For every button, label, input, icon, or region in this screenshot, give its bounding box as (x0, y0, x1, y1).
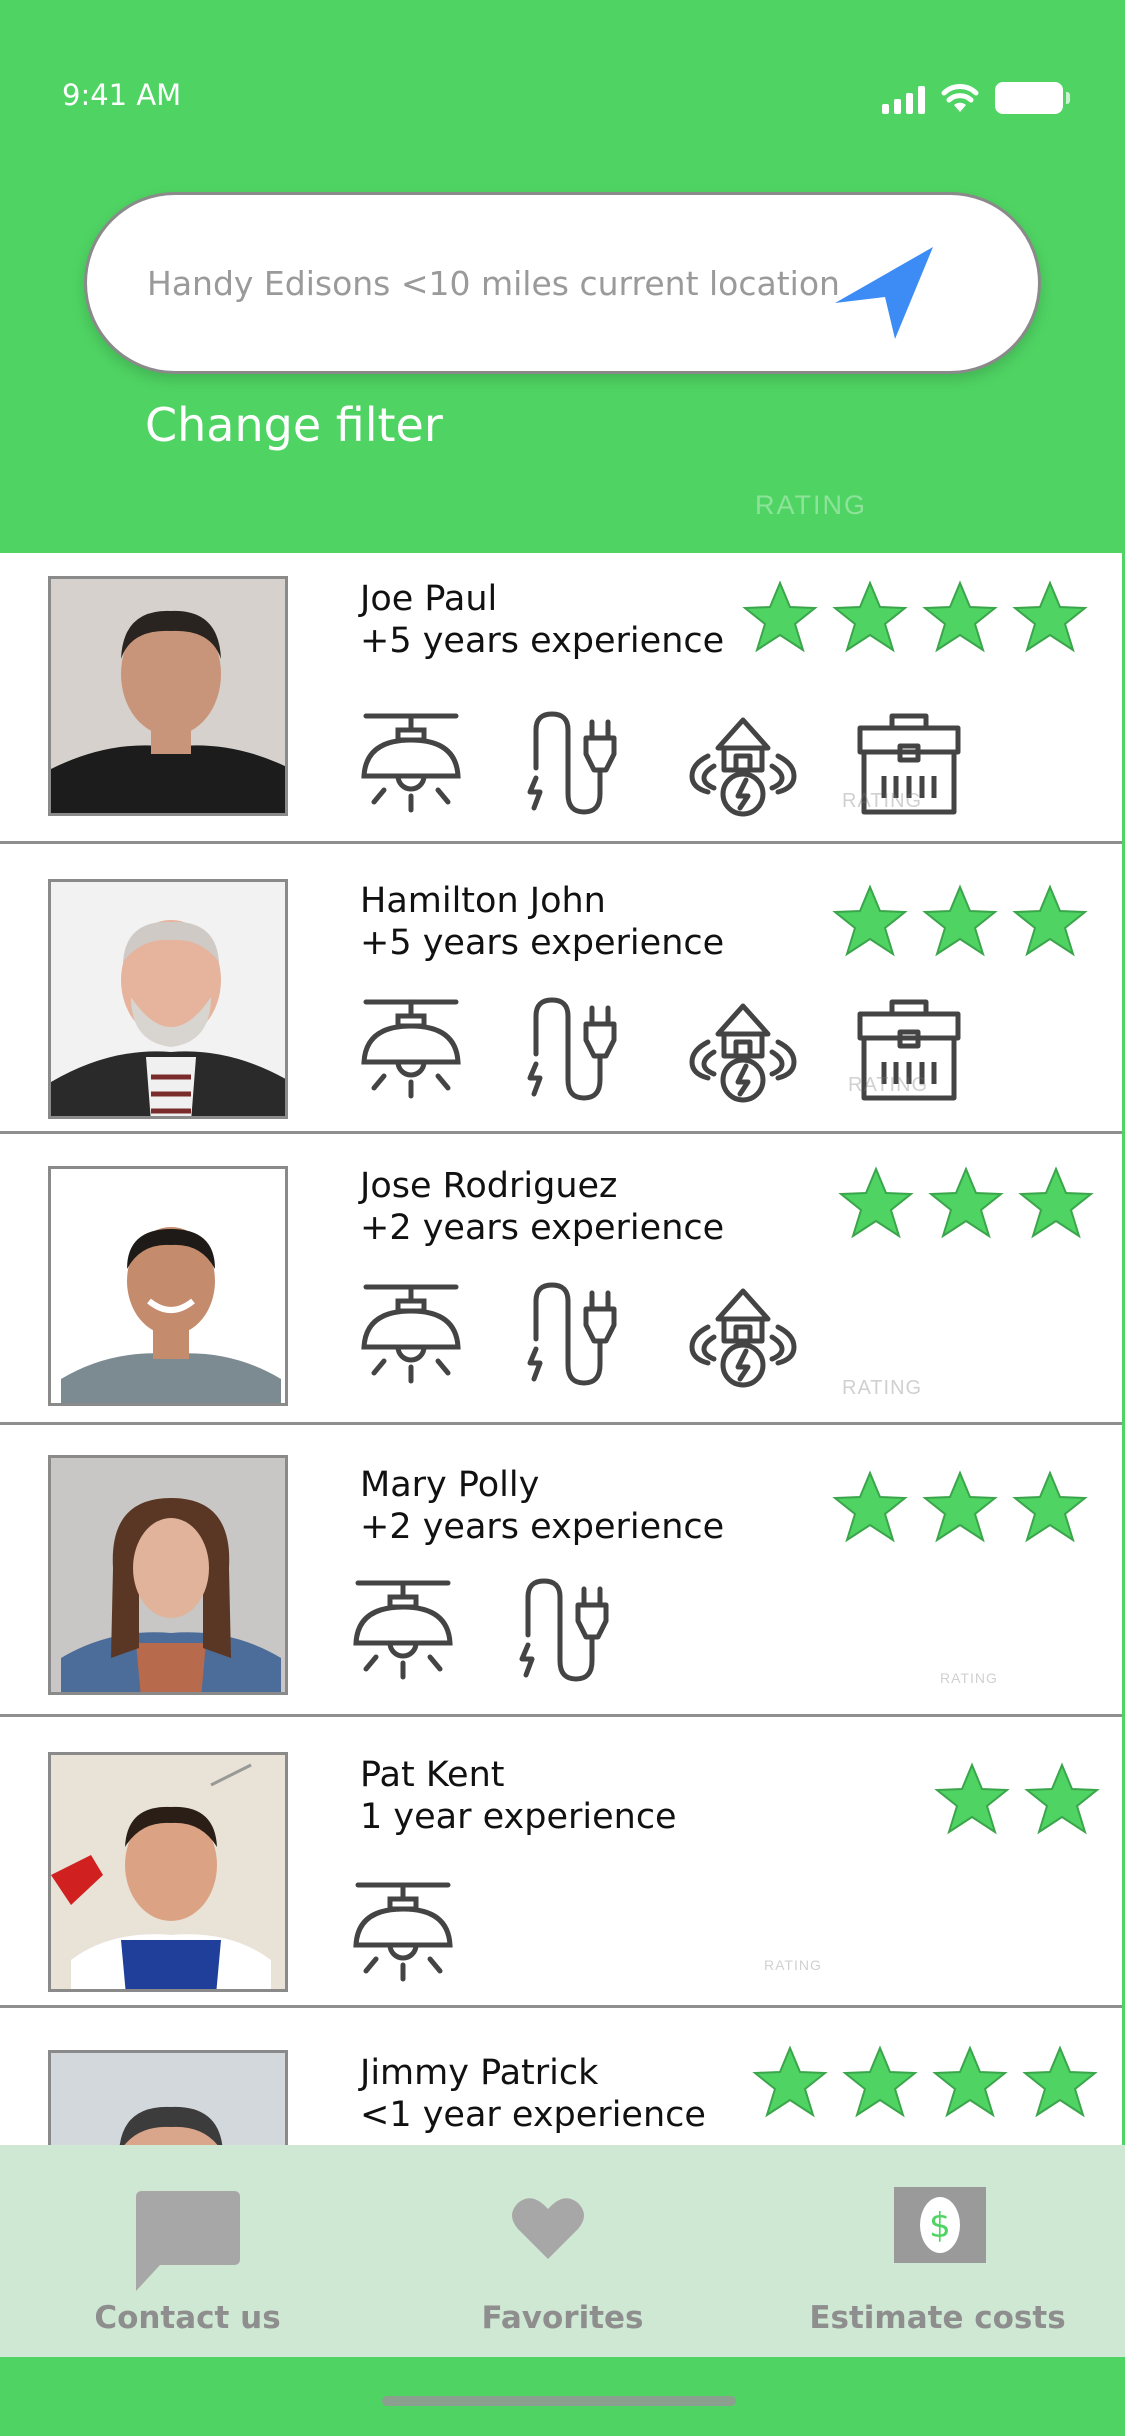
rating-watermark: RATING (755, 490, 867, 520)
tab-estimate-costs[interactable]: $ Estimate costs (750, 2145, 1125, 2357)
electric-plug-icon (519, 1578, 609, 1682)
handyman-name: Pat Kent (360, 1755, 505, 1795)
battery-icon (995, 82, 1070, 114)
handyman-experience: 1 year experience (360, 1797, 677, 1837)
heart-icon (512, 2198, 584, 2259)
handyman-name: Jose Rodriguez (360, 1166, 618, 1206)
ceiling-lamp-icon (353, 1580, 453, 1680)
ceiling-lamp-icon (361, 999, 461, 1099)
electric-plug-icon (527, 711, 617, 815)
change-filter-link[interactable]: Change filter (145, 398, 443, 452)
handyman-name: Mary Polly (360, 1465, 540, 1505)
home-power-icon (689, 1288, 797, 1388)
star-icon (1018, 1166, 1094, 1239)
handyman-name: Hamilton John (360, 881, 606, 921)
home-power-icon (689, 717, 797, 817)
home-power-icon (689, 1003, 797, 1103)
search-query-text[interactable]: Handy Edisons <10 miles current location (147, 195, 840, 371)
handyman-experience: +5 years experience (360, 923, 725, 963)
star-icon (934, 1762, 1010, 1835)
ceiling-lamp-icon (353, 1882, 453, 1982)
handyman-experience: +2 years experience (360, 1208, 725, 1248)
rating-watermark: RATING (848, 1074, 929, 1096)
handyman-card[interactable]: Pat Kent 1 year experience RATING (0, 1717, 1122, 2008)
star-icon (922, 580, 998, 653)
handyman-list[interactable]: Joe Paul +5 years experience RATING Hami… (0, 553, 1122, 2145)
star-icon (838, 1166, 914, 1239)
tab-label: Estimate costs (809, 2300, 1066, 2336)
rating-stars (832, 884, 1088, 960)
star-icon (928, 1166, 1004, 1239)
rating-stars (752, 2045, 1098, 2121)
ceiling-lamp-icon (361, 713, 461, 813)
electric-plug-icon (527, 1282, 617, 1386)
wifi-icon (941, 84, 979, 112)
handyman-experience: +2 years experience (360, 1507, 725, 1547)
handyman-card[interactable]: Jimmy Patrick <1 year experience (0, 2008, 1122, 2145)
star-icon (832, 580, 908, 653)
handyman-experience: <1 year experience (360, 2095, 706, 2135)
tab-contact-us[interactable]: Contact us (0, 2145, 375, 2357)
star-icon (752, 2045, 828, 2118)
handyman-photo (48, 576, 288, 816)
handyman-card[interactable]: Jose Rodriguez +2 years experience RATIN… (0, 1134, 1122, 1425)
handyman-card[interactable]: Joe Paul +5 years experience RATING (0, 553, 1122, 844)
ceiling-lamp-icon (361, 1284, 461, 1384)
handyman-photo (48, 1455, 288, 1695)
tab-label: Favorites (481, 2300, 644, 2336)
svg-text:$: $ (929, 2206, 951, 2246)
rating-stars (742, 580, 1088, 656)
rating-stars (832, 1470, 1088, 1546)
rating-watermark: RATING (940, 1670, 998, 1686)
electric-plug-icon (527, 997, 617, 1101)
handyman-photo (48, 1166, 288, 1406)
handyman-experience: +5 years experience (360, 621, 725, 661)
tab-favorites[interactable]: Favorites (375, 2145, 750, 2357)
rating-watermark: RATING (842, 790, 923, 812)
navigation-arrow-icon[interactable] (833, 241, 938, 341)
rating-stars (838, 1166, 1094, 1242)
star-icon (832, 884, 908, 957)
rating-watermark: RATING (842, 1377, 923, 1399)
handyman-card[interactable]: Mary Polly +2 years experience RATING (0, 1425, 1122, 1717)
status-icons (882, 82, 1070, 114)
star-icon (1012, 580, 1088, 653)
signal-icon (882, 86, 925, 114)
star-icon (1024, 1762, 1100, 1835)
location-search-bar[interactable]: Handy Edisons <10 miles current location (84, 192, 1041, 374)
star-icon (932, 2045, 1008, 2118)
star-icon (922, 1470, 998, 1543)
handyman-card[interactable]: Hamilton John +5 years experience RATING (0, 844, 1122, 1134)
tab-label: Contact us (94, 2300, 281, 2336)
handyman-photo (48, 2050, 288, 2145)
service-icons (348, 1575, 624, 1685)
star-icon (1012, 884, 1088, 957)
status-time: 9:41 AM (62, 78, 182, 112)
star-icon (832, 1470, 908, 1543)
money-bill-icon: $ (894, 2187, 986, 2263)
chat-bubble-icon (136, 2191, 240, 2291)
tab-bar: Contact us Favorites $ Estimate costs (0, 2145, 1125, 2357)
star-icon (1012, 1470, 1088, 1543)
star-icon (842, 2045, 918, 2118)
handyman-name: Joe Paul (360, 579, 498, 619)
service-icons (356, 1279, 798, 1389)
handyman-photo (48, 1752, 288, 1992)
service-icons (348, 1877, 458, 1987)
star-icon (1022, 2045, 1098, 2118)
rating-stars (934, 1762, 1100, 1838)
rating-watermark: RATING (764, 1957, 822, 1973)
star-icon (922, 884, 998, 957)
handyman-name: Jimmy Patrick (360, 2053, 599, 2093)
handyman-photo (48, 879, 288, 1119)
star-icon (742, 580, 818, 653)
home-indicator[interactable] (382, 2396, 736, 2406)
